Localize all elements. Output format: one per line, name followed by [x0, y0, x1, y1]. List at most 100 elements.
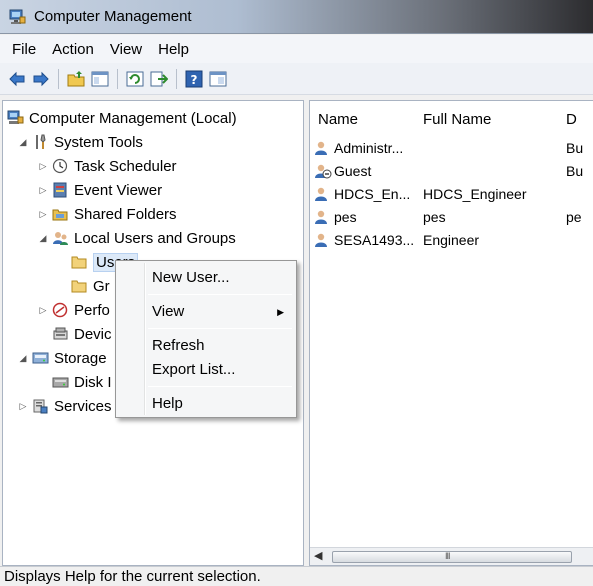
- menu-item-view[interactable]: View: [152, 303, 184, 320]
- event-viewer-icon: [53, 182, 67, 198]
- expanded-arrow-icon[interactable]: ◢: [37, 233, 49, 244]
- disk-management-icon: [52, 377, 69, 388]
- tree-item-storage[interactable]: ◢ Storage: [17, 347, 107, 369]
- properties-icon[interactable]: [209, 70, 227, 88]
- cell-description: pe: [566, 209, 582, 225]
- expanded-arrow-icon[interactable]: ◢: [17, 353, 29, 364]
- shared-folder-icon: [52, 209, 68, 221]
- list-header: Name Full Name D: [310, 109, 593, 131]
- tree-item-event-viewer[interactable]: ▷ Event Viewer: [37, 179, 163, 201]
- performance-icon: [52, 302, 68, 318]
- title-bar: Computer Management: [0, 0, 593, 34]
- cell-name: Administr...: [334, 140, 404, 156]
- svg-text:?: ?: [191, 73, 198, 87]
- show-hide-tree-icon[interactable]: [91, 70, 109, 88]
- users-groups-icon: [53, 232, 68, 245]
- toolbar-separator: [117, 68, 118, 89]
- scrollbar-thumb[interactable]: III: [332, 551, 572, 563]
- status-text: Displays Help for the current selection.: [4, 568, 261, 585]
- tree-label: Disk I: [74, 373, 112, 391]
- tree-item-system-tools[interactable]: ◢ System Tools: [17, 131, 143, 153]
- menu-bar: File Action View Help: [0, 35, 593, 63]
- tree-item-disk-management[interactable]: Disk I: [52, 371, 112, 393]
- table-row[interactable]: HDCS_En... HDCS_Engineer: [310, 184, 593, 206]
- tree-label: Devic: [74, 325, 112, 343]
- tree-label: Task Scheduler: [74, 157, 177, 175]
- device-manager-icon: [53, 327, 68, 340]
- tree-label: Shared Folders: [74, 205, 177, 223]
- tree-item-local-users-groups[interactable]: ◢ Local Users and Groups: [37, 227, 236, 249]
- tree-label: Event Viewer: [74, 181, 163, 199]
- cell-description: Bu: [566, 140, 584, 156]
- cell-full-name: pes: [423, 209, 446, 225]
- export-list-icon[interactable]: [150, 70, 168, 88]
- forward-icon[interactable]: [32, 70, 50, 88]
- menu-separator: [148, 328, 292, 329]
- results-list-pane[interactable]: Name Full Name D Administr... Bu Guest B…: [309, 100, 593, 566]
- folder-icon: [71, 256, 87, 269]
- user-icon: [315, 141, 327, 155]
- user-icon: [315, 187, 327, 201]
- cell-description: Bu: [566, 163, 584, 179]
- menu-item-new-user[interactable]: New User...: [152, 269, 230, 286]
- menu-file[interactable]: File: [12, 41, 36, 58]
- tree-item-performance[interactable]: ▷ Perfo: [37, 299, 110, 321]
- tree-label: Local Users and Groups: [74, 229, 236, 247]
- window-title: Computer Management: [34, 8, 192, 25]
- toolbar-separator: [58, 68, 59, 89]
- menu-action[interactable]: Action: [52, 41, 94, 58]
- cell-name: SESA1493...: [334, 232, 415, 248]
- tree-label: Storage: [54, 349, 107, 367]
- collapsed-arrow-icon[interactable]: ▷: [37, 305, 49, 316]
- menu-item-export-list[interactable]: Export List...: [152, 361, 235, 378]
- column-header-full-name[interactable]: Full Name: [423, 111, 491, 128]
- tree-item-services[interactable]: ▷ Services: [17, 395, 112, 417]
- user-icon: [315, 233, 327, 247]
- up-folder-icon[interactable]: [67, 70, 85, 88]
- cell-name: HDCS_En...: [334, 186, 411, 202]
- collapsed-arrow-icon[interactable]: ▷: [17, 401, 29, 412]
- tree-item-shared-folders[interactable]: ▷ Shared Folders: [37, 203, 177, 225]
- menu-view[interactable]: View: [110, 41, 142, 58]
- cell-name: Guest: [334, 163, 372, 179]
- expanded-arrow-icon[interactable]: ◢: [17, 137, 29, 148]
- scroll-grip: III: [445, 551, 450, 561]
- menu-separator: [148, 386, 292, 387]
- tree-label: Perfo: [74, 301, 110, 319]
- tree-label: Services: [54, 397, 112, 415]
- table-row[interactable]: pes pes pe: [310, 207, 593, 229]
- help-icon[interactable]: ?: [185, 70, 203, 88]
- table-row[interactable]: SESA1493... Engineer: [310, 230, 593, 252]
- computer-management-icon: [7, 110, 24, 124]
- status-bar: Displays Help for the current selection.: [0, 566, 593, 586]
- tree-label: System Tools: [54, 133, 143, 151]
- toolbar-separator: [176, 68, 177, 89]
- menu-item-refresh[interactable]: Refresh: [152, 337, 205, 354]
- menu-help[interactable]: Help: [158, 41, 189, 58]
- column-header-description[interactable]: D: [566, 111, 577, 128]
- column-header-name[interactable]: Name: [318, 111, 358, 128]
- menu-item-help[interactable]: Help: [152, 395, 183, 412]
- tree-item-device-manager[interactable]: Devic: [52, 323, 112, 345]
- user-icon: [315, 210, 327, 224]
- scroll-left-arrow-icon[interactable]: ◀: [314, 549, 322, 562]
- table-row[interactable]: Guest Bu: [310, 161, 593, 183]
- collapsed-arrow-icon[interactable]: ▷: [37, 209, 49, 220]
- tree-label: Computer Management (Local): [29, 109, 237, 127]
- back-icon[interactable]: [8, 70, 26, 88]
- folder-icon: [71, 280, 87, 293]
- menu-separator: [148, 294, 292, 295]
- services-icon: [33, 399, 48, 414]
- collapsed-arrow-icon[interactable]: ▷: [37, 161, 49, 172]
- collapsed-arrow-icon[interactable]: ▷: [37, 185, 49, 196]
- toolbar: ?: [0, 63, 593, 95]
- tree-item-groups[interactable]: Gr: [71, 275, 110, 297]
- horizontal-scrollbar[interactable]: ◀ III: [310, 547, 593, 565]
- clock-icon: [52, 158, 68, 174]
- tree-item-task-scheduler[interactable]: ▷ Task Scheduler: [37, 155, 177, 177]
- tree-item-computer-management[interactable]: Computer Management (Local): [7, 107, 237, 129]
- tools-icon: [36, 134, 46, 149]
- computer-management-icon: [9, 9, 26, 24]
- refresh-icon[interactable]: [126, 70, 144, 88]
- table-row[interactable]: Administr... Bu: [310, 138, 593, 160]
